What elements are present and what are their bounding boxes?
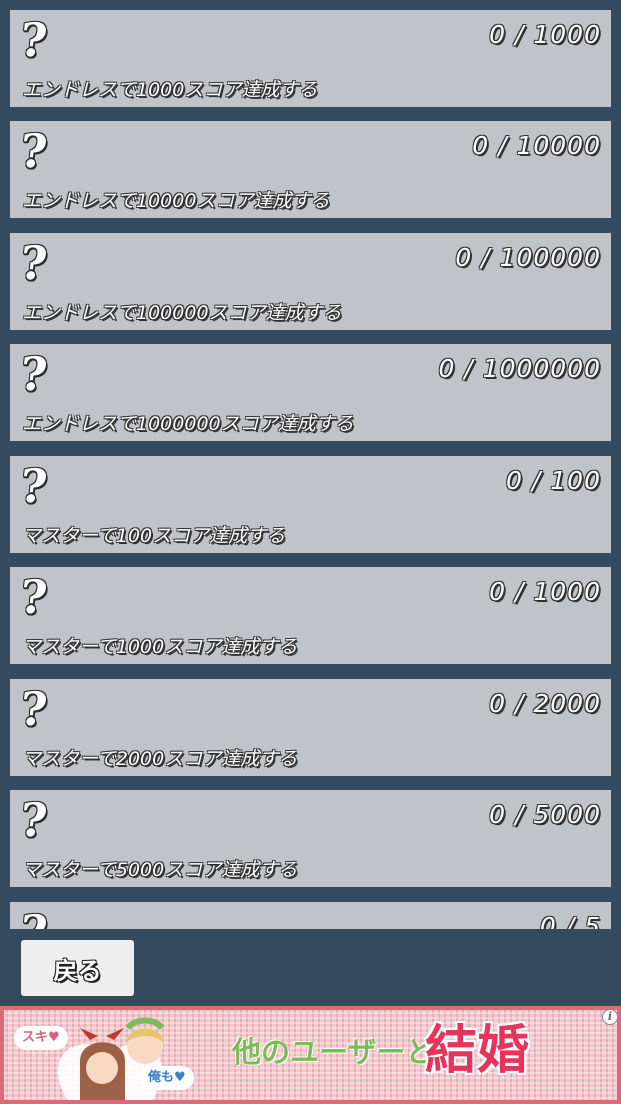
- achievement-card[interactable]: ? 0 / 1000 エンドレスで1000スコア達成する: [10, 10, 611, 107]
- locked-question-icon: ?: [17, 905, 50, 929]
- achievement-card[interactable]: ? 0 / 100 マスターで100スコア達成する: [10, 456, 611, 553]
- achievements-screen: ? 0 / 1000 エンドレスで1000スコア達成する ? 0 / 10000…: [0, 0, 621, 1104]
- achievement-description: マスターで5000スコア達成する: [22, 859, 298, 881]
- achievement-card[interactable]: ? 0 / 100000 エンドレスで100000スコア達成する: [10, 233, 611, 330]
- ad-bubble-me-too: 俺も♥: [140, 1066, 194, 1090]
- achievement-progress: 0 / 1000: [489, 577, 601, 606]
- ad-headline-small: 他のユーザーと: [232, 1035, 435, 1069]
- back-button[interactable]: 戻る: [21, 940, 134, 996]
- achievement-card[interactable]: ? 0 / 10000 エンドレスで10000スコア達成する: [10, 121, 611, 218]
- achievement-description: エンドレスで100000スコア達成する: [22, 302, 342, 324]
- achievement-progress: 0 / 1000: [489, 20, 601, 49]
- ad-couple-illustration: [58, 1017, 165, 1104]
- achievement-description: マスターで1000スコア達成する: [22, 636, 298, 658]
- locked-question-icon: ?: [17, 459, 50, 513]
- locked-question-icon: ?: [17, 793, 50, 847]
- achievement-description: マスターで2000スコア達成する: [22, 748, 298, 770]
- achievement-progress: 0 / 2000: [489, 689, 601, 718]
- locked-question-icon: ?: [17, 347, 50, 401]
- achievement-card[interactable]: ? 0 / 2000 マスターで2000スコア達成する: [10, 679, 611, 776]
- locked-question-icon: ?: [17, 236, 50, 290]
- achievement-card[interactable]: ? 0 / 1000 マスターで1000スコア達成する: [10, 567, 611, 664]
- achievement-progress: 0 / 100: [506, 466, 601, 495]
- achievement-card[interactable]: ? 0 / 5000 マスターで5000スコア達成する: [10, 790, 611, 887]
- achievement-description: マスターで100スコア達成する: [22, 525, 286, 547]
- achievement-card[interactable]: ? 0 / 5: [10, 902, 611, 929]
- achievement-list[interactable]: ? 0 / 1000 エンドレスで1000スコア達成する ? 0 / 10000…: [0, 0, 621, 929]
- locked-question-icon: ?: [17, 682, 50, 736]
- ad-banner[interactable]: スキ♥ 俺も♥ 他のユーザーと 結婚 i: [0, 1006, 621, 1104]
- achievement-progress: 0 / 5: [539, 912, 601, 929]
- achievement-description: エンドレスで10000スコア達成する: [22, 190, 330, 212]
- ad-bubble-love: スキ♥: [14, 1026, 68, 1050]
- achievement-progress: 0 / 100000: [455, 243, 601, 272]
- achievement-progress: 0 / 5000: [489, 800, 601, 829]
- info-icon[interactable]: i: [602, 1009, 618, 1025]
- achievement-description: エンドレスで1000スコア達成する: [22, 79, 318, 101]
- achievement-progress: 0 / 1000000: [438, 354, 601, 383]
- achievement-progress: 0 / 10000: [472, 131, 601, 160]
- ad-headline-big: 結婚: [425, 1020, 530, 1081]
- achievement-description: エンドレスで1000000スコア達成する: [22, 413, 354, 435]
- achievement-card[interactable]: ? 0 / 1000000 エンドレスで1000000スコア達成する: [10, 344, 611, 441]
- locked-question-icon: ?: [17, 124, 50, 178]
- locked-question-icon: ?: [17, 570, 50, 624]
- locked-question-icon: ?: [17, 13, 50, 67]
